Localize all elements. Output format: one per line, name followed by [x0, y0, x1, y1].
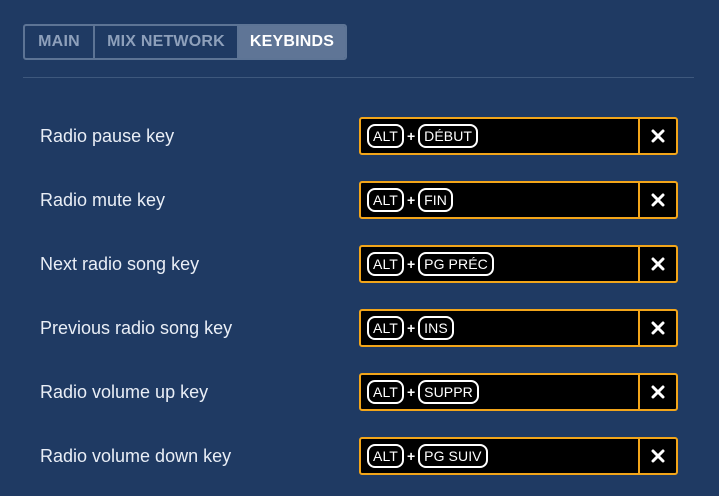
plus-sign: +	[406, 128, 416, 144]
main-key: DÉBUT	[418, 124, 479, 148]
keybind-row-next-song: Next radio song key ALT + PG PRÉC	[0, 244, 719, 284]
modifier-key: ALT	[367, 188, 404, 212]
keybind-box: ALT + SUPPR	[359, 373, 678, 411]
keybind-box: ALT + PG PRÉC	[359, 245, 678, 283]
keybind-list: Radio pause key ALT + DÉBUT Radio mute k…	[0, 0, 719, 496]
keybind-row-volume-down: Radio volume down key ALT + PG SUIV	[0, 436, 719, 476]
keybind-label: Radio pause key	[40, 126, 175, 146]
modifier-key: ALT	[367, 444, 404, 468]
keybind-row-previous-song: Previous radio song key ALT + INS	[0, 308, 719, 348]
plus-sign: +	[406, 192, 416, 208]
clear-keybind-button[interactable]	[638, 119, 676, 153]
keybind-label: Radio volume up key	[40, 382, 209, 402]
keybind-box: ALT + INS	[359, 309, 678, 347]
main-key: FIN	[418, 188, 453, 212]
clear-keybind-button[interactable]	[638, 183, 676, 217]
modifier-key: ALT	[367, 380, 404, 404]
keybind-field[interactable]: ALT + INS	[361, 311, 638, 345]
close-icon	[651, 449, 665, 463]
close-icon	[651, 257, 665, 271]
keybind-box: ALT + PG SUIV	[359, 437, 678, 475]
close-icon	[651, 385, 665, 399]
close-icon	[651, 321, 665, 335]
clear-keybind-button[interactable]	[638, 311, 676, 345]
keybind-row-radio-mute: Radio mute key ALT + FIN	[0, 180, 719, 220]
keybind-row-volume-up: Radio volume up key ALT + SUPPR	[0, 372, 719, 412]
clear-keybind-button[interactable]	[638, 375, 676, 409]
plus-sign: +	[406, 256, 416, 272]
main-key: PG SUIV	[418, 444, 488, 468]
modifier-key: ALT	[367, 316, 404, 340]
close-icon	[651, 129, 665, 143]
close-icon	[651, 193, 665, 207]
clear-keybind-button[interactable]	[638, 247, 676, 281]
main-key: PG PRÉC	[418, 252, 494, 276]
main-key: SUPPR	[418, 380, 479, 404]
keybind-field[interactable]: ALT + PG SUIV	[361, 439, 638, 473]
main-key: INS	[418, 316, 454, 340]
keybind-box: ALT + FIN	[359, 181, 678, 219]
keybind-field[interactable]: ALT + FIN	[361, 183, 638, 217]
modifier-key: ALT	[367, 252, 404, 276]
modifier-key: ALT	[367, 124, 404, 148]
keybind-box: ALT + DÉBUT	[359, 117, 678, 155]
keybind-row-radio-pause: Radio pause key ALT + DÉBUT	[0, 116, 719, 156]
plus-sign: +	[406, 448, 416, 464]
plus-sign: +	[406, 384, 416, 400]
keybind-label: Next radio song key	[40, 254, 200, 274]
clear-keybind-button[interactable]	[638, 439, 676, 473]
keybind-field[interactable]: ALT + DÉBUT	[361, 119, 638, 153]
keybind-label: Radio volume down key	[40, 446, 232, 466]
keybind-field[interactable]: ALT + PG PRÉC	[361, 247, 638, 281]
keybind-label: Radio mute key	[40, 190, 166, 210]
keybind-field[interactable]: ALT + SUPPR	[361, 375, 638, 409]
plus-sign: +	[406, 320, 416, 336]
keybind-label: Previous radio song key	[40, 318, 233, 338]
